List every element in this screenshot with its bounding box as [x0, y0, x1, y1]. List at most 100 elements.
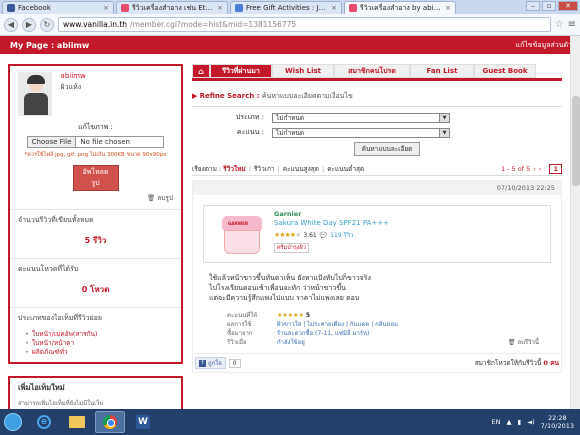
comment-icon: 💬 — [319, 231, 328, 239]
review-meta: คะแนนที่ให้ ★★★★★ 5 ผลการใช้ ผิวขาวใส | … — [227, 311, 545, 347]
delete-photo-link[interactable]: 🗑 ลบรูป — [18, 193, 173, 203]
sort-oldest[interactable]: รีวิวเก่า — [254, 164, 275, 174]
review-line: ใช้แล้วหน้าขาวขึ้นทันตาเห็น ยังหาแป้งทับ… — [209, 274, 371, 282]
tab-close-icon[interactable]: × — [217, 4, 223, 12]
category-item[interactable]: ใบหน้า/เมคอัพ(สารกัน) — [25, 330, 173, 339]
clock[interactable]: 22:28 7/10/2013 — [541, 414, 574, 430]
add-item-sub: สามารถเพิ่มไอเท็มที่ยังไม่มีในเว็บ — [18, 400, 104, 407]
tab-home[interactable]: ⌂ — [192, 64, 210, 78]
category-item[interactable]: ผลิตภัณฑ์ทั่ว — [25, 348, 173, 357]
reload-icon[interactable]: ↻ — [40, 17, 54, 32]
forward-icon[interactable]: ▶ — [22, 17, 36, 32]
file-name-display: No file chosen — [76, 136, 165, 148]
category-item[interactable]: ใบหน้า/หน้าตา — [25, 339, 173, 348]
meta-stars-icon: ★★★★★ 5 — [277, 312, 310, 319]
next-page-icon[interactable]: › — [539, 165, 542, 173]
rating-average: 3.61 — [303, 231, 317, 239]
meta-review-time[interactable]: กำลังใช้อยู่ — [277, 338, 305, 347]
sort-newest[interactable]: รีวิวใหม่ — [223, 164, 246, 174]
language-indicator[interactable]: EN — [492, 418, 501, 426]
type-select[interactable]: ไม่กำหนด ▼ — [272, 112, 450, 123]
scrollbar-thumb[interactable] — [572, 96, 580, 186]
category-list: ใบหน้า/เมคอัพ(สารกัน) ใบหน้า/หน้าตา ผลิต… — [18, 330, 173, 357]
tab-fan-list[interactable]: Fan List — [410, 64, 474, 78]
review-count-section: จำนวนรีวิวที่เขียนทั้งหมด 5 รีวิว — [10, 210, 181, 259]
score-select[interactable]: ไม่กำหนด ▼ — [272, 127, 450, 138]
product-brand[interactable]: Garnier — [274, 210, 389, 218]
review-card: 07/10/2013 22:25 GARNIER Garnier Sakura … — [192, 180, 562, 373]
categories-label: ประเภทของไอเท็มที่รีวิวย่อย — [18, 314, 102, 322]
delete-photo-label: ลบรูป — [157, 194, 173, 202]
facebook-icon: f — [199, 359, 206, 367]
profile-username[interactable]: abiimw — [61, 72, 86, 80]
volume-icon[interactable]: ◄) — [527, 418, 535, 426]
folder-icon — [69, 416, 85, 428]
edit-profile-link[interactable]: แก้ไขข้อมูลส่วนตัว — [516, 40, 572, 51]
browser-tab-freegift[interactable]: Free Gift Activities : Join × — [230, 1, 342, 14]
score-select-value: ไม่กำหนด — [276, 128, 305, 137]
avatar — [18, 72, 52, 116]
taskbar-word[interactable]: W — [128, 411, 158, 433]
meta-result[interactable]: ผิวขาวใส | ไม่ระคายเคือง | กันแดด | กลิ่… — [277, 320, 398, 329]
window-controls: – ▫ ✕ — [526, 1, 578, 11]
maximize-icon[interactable]: ▫ — [542, 1, 556, 11]
windows-orb-icon — [4, 413, 22, 431]
prev-page-icon[interactable]: ‹ — [533, 165, 536, 173]
taskbar-ie[interactable]: e — [29, 411, 59, 433]
meta-score: 5 — [305, 312, 310, 319]
system-tray: EN ▲ ▮ ◄) 22:28 7/10/2013 — [492, 414, 580, 430]
page-scrollbar[interactable] — [570, 36, 580, 409]
tab-past-reviews[interactable]: รีวิวที่ผ่านมา — [210, 64, 272, 78]
category-tag[interactable]: ครีมบำรุงผิว — [274, 243, 309, 253]
sort-highest[interactable]: คะแนนสูงสุด — [283, 164, 319, 174]
url-host: www.vanilla.in.th — [63, 20, 128, 29]
refine-subtitle: ค้นหาแบบละเอียดตามเงื่อนไข — [261, 92, 353, 100]
meta-purchase[interactable]: ร้านสะดวกซื้อ (7-11, แฟมิลี่ มาร์ท) — [277, 329, 369, 338]
wrench-icon[interactable]: ≡ — [568, 19, 576, 30]
advanced-search-button[interactable]: ค้นหาแบบละเอียด — [354, 142, 420, 156]
categories-section: ประเภทของไอเท็มที่รีวิวย่อย ใบหน้า/เมคอั… — [10, 308, 181, 362]
tab-favorite-members[interactable]: สมาชิกคนโปรด — [334, 64, 410, 78]
tab-guest-book[interactable]: Guest Book — [474, 64, 536, 78]
network-icon[interactable]: ▮ — [518, 418, 522, 426]
sort-lowest[interactable]: คะแนนต่ำสุด — [327, 164, 364, 174]
taskbar-chrome[interactable] — [95, 411, 125, 433]
tray-arrow-icon[interactable]: ▲ — [507, 418, 512, 426]
upload-photo-button[interactable]: อัพโหลดรูป — [72, 165, 119, 191]
tab-wish-list[interactable]: Wish List — [272, 64, 334, 78]
facebook-favicon-icon — [7, 4, 15, 12]
close-window-icon[interactable]: ✕ — [558, 1, 578, 11]
browser-tab-active[interactable]: รีวิวเครื่องสำอาง by abiimw × — [344, 1, 456, 14]
delete-review-link[interactable]: 🗑 ลบรีวิวนี้ — [508, 338, 539, 347]
review-count-link[interactable]: 119 รีวิว — [330, 230, 353, 240]
bookmark-star-icon[interactable]: ☆ — [555, 19, 564, 30]
choose-file-button[interactable]: Choose File — [26, 136, 77, 148]
facebook-like-button[interactable]: f ถูกใจ — [195, 357, 226, 369]
score-label: คะแนน : — [236, 128, 264, 136]
start-button[interactable] — [0, 409, 26, 435]
type-select-value: ไม่กำหนด — [276, 113, 305, 122]
meta-key: คะแนนที่ให้ — [227, 312, 258, 319]
taskbar-explorer[interactable] — [62, 411, 92, 433]
browser-tab-facebook[interactable]: Facebook × — [2, 1, 114, 14]
current-page[interactable]: 1 — [549, 163, 562, 174]
url-input[interactable]: www.vanilla.in.th/member.cgi?mode=hist&m… — [58, 17, 551, 32]
tab-close-icon[interactable]: × — [445, 4, 451, 12]
minimize-icon[interactable]: – — [526, 1, 540, 11]
type-label: ประเภท : — [235, 113, 264, 121]
tab-close-icon[interactable]: × — [103, 4, 109, 12]
browser-tab-etude[interactable]: รีวิวเครื่องสำอาง เช่น Etude × — [116, 1, 228, 14]
chrome-icon — [103, 415, 117, 429]
mypage-header: My Page : abiimw แก้ไขข้อมูลส่วนตัว — [0, 36, 580, 54]
product-name[interactable]: Sakura White Day SPF21 PA+++ — [274, 219, 389, 227]
main-panel: ⌂ รีวิวที่ผ่านมา Wish List สมาชิกคนโปรด … — [192, 64, 562, 373]
vote-count-section: คะแนนโหวตที่ได้รับ 0 โหวต — [10, 259, 181, 308]
product-image[interactable]: GARNIER — [222, 212, 262, 258]
review-line: แต่จะมีความรู้สึกแพงไปแบบ ราคาไม่แพงเลย … — [209, 294, 360, 302]
page-content: My Page : abiimw แก้ไขข้อมูลส่วนตัว abii… — [0, 36, 580, 409]
clock-time: 22:28 — [547, 414, 567, 422]
tab-close-icon[interactable]: × — [331, 4, 337, 12]
sort-bar: เรียงตาม : รีวิวใหม่ | รีวิวเก่า | คะแนนสู… — [192, 163, 562, 176]
page-range: 1 - 5 of 5 — [500, 164, 531, 173]
back-icon[interactable]: ◀ — [4, 17, 18, 32]
